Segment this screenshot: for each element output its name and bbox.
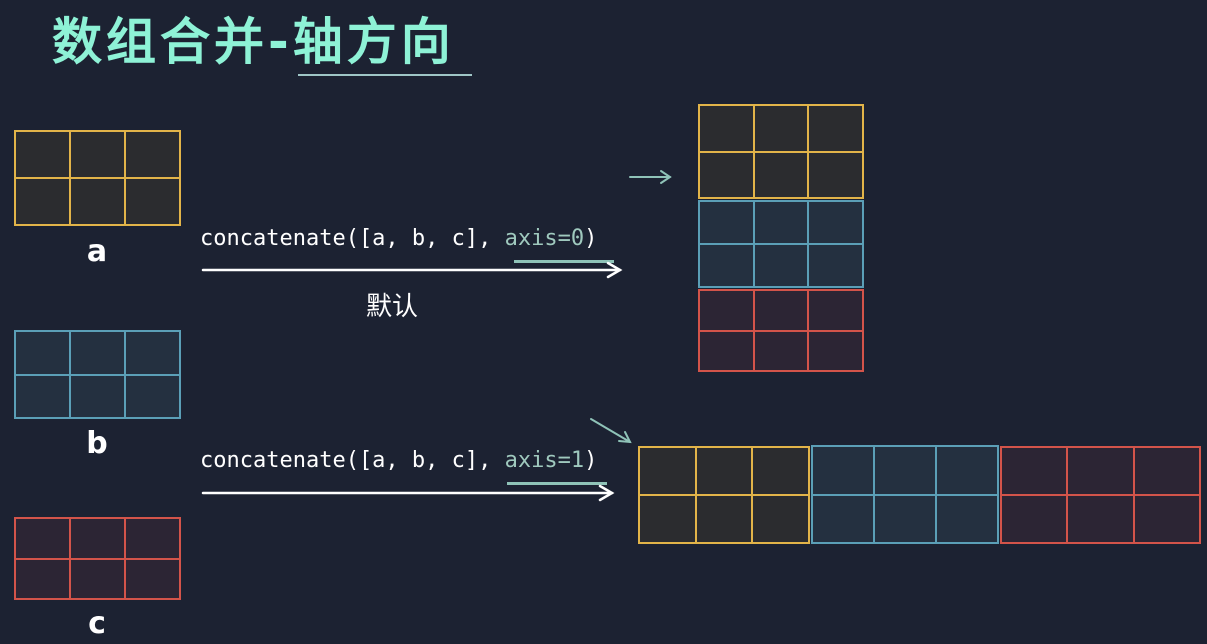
arrow-axis0 [201, 261, 623, 279]
arrows-layer [201, 170, 672, 502]
pointer-arrow-axis1 [590, 418, 632, 444]
arrow-axis1 [201, 484, 615, 502]
pointer-arrow-axis0 [629, 170, 672, 184]
